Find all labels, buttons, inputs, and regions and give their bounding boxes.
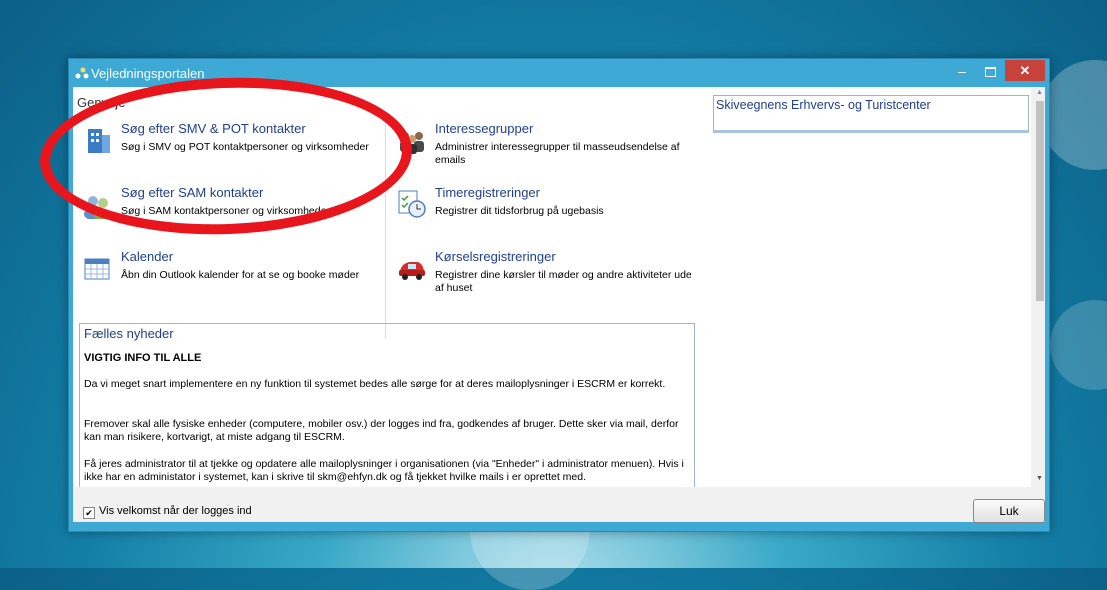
window-title: Vejledningsportalen — [91, 66, 205, 81]
news-paragraph: Da vi meget snart implementere en ny fun… — [84, 378, 666, 390]
link-description: Åbn din Outlook kalender for at se og bo… — [121, 269, 360, 281]
content-area: Genveje Søg efter SMV & POT kontakter Sø… — [73, 87, 1031, 487]
title-bar[interactable]: Vejledningsportalen – ✕ — [69, 59, 1049, 87]
close-button[interactable]: ✕ — [1005, 60, 1045, 81]
link-description: Registrer dine kørsler til møder og andr… — [435, 269, 692, 294]
app-icon — [75, 67, 89, 79]
organization-title: Skiveegnens Erhvervs- og Turistcenter — [716, 98, 931, 112]
link-title[interactable]: Kalender — [121, 249, 173, 264]
minimize-button[interactable]: – — [949, 61, 975, 81]
link-title[interactable]: Timeregistreringer — [435, 185, 540, 200]
scroll-thumb[interactable] — [1036, 101, 1044, 301]
maximize-icon — [984, 67, 996, 77]
link-description: Administrer interessegrupper til masseud… — [435, 141, 680, 166]
link-description: Søg i SMV og POT kontaktpersoner og virk… — [121, 141, 369, 153]
show-welcome-checkbox[interactable]: ✔ Vis velkomst når der logges ind — [83, 505, 252, 519]
checkbox-icon[interactable]: ✔ — [83, 507, 95, 519]
close-dialog-button[interactable]: Luk — [973, 499, 1045, 523]
link-title[interactable]: Interessegrupper — [435, 121, 533, 136]
clock-icon — [398, 190, 426, 218]
link-title[interactable]: Søg efter SAM kontakter — [121, 185, 263, 200]
scroll-up-icon[interactable]: ▲ — [1036, 89, 1043, 96]
maximize-button[interactable] — [977, 61, 1003, 81]
group-icon — [400, 132, 424, 154]
news-headline: VIGTIG INFO TIL ALLE — [84, 352, 202, 364]
news-panel: Fælles nyheder VIGTIG INFO TIL ALLE Da v… — [79, 323, 695, 487]
scroll-down-icon[interactable]: ▼ — [1036, 475, 1043, 482]
link-title[interactable]: Søg efter SMV & POT kontakter — [121, 121, 306, 136]
people-icon — [84, 196, 112, 219]
news-title: Fælles nyheder — [84, 326, 174, 341]
checkbox-label: Vis velkomst når der logges ind — [99, 505, 252, 517]
news-paragraph: Få jeres administrator til at tjekke og … — [84, 458, 684, 483]
vertical-scrollbar[interactable]: ▲ ▼ — [1035, 87, 1045, 487]
link-description: Registrer dit tidsforbrug på ugebasis — [435, 205, 604, 217]
background-glow — [1050, 300, 1107, 390]
calendar-icon — [84, 258, 110, 280]
car-icon — [399, 262, 425, 280]
building-icon — [88, 129, 110, 153]
section-title: Genveje — [77, 95, 126, 110]
column-divider — [385, 117, 386, 339]
organization-panel: Skiveegnens Erhvervs- og Turistcenter — [713, 95, 1029, 133]
background-glow — [1040, 60, 1107, 170]
dialog-window: Vejledningsportalen – ✕ Genveje Søg efte… — [68, 58, 1050, 532]
news-paragraph: Fremover skal alle fysiske enheder (comp… — [84, 418, 679, 443]
link-description: Søg i SAM kontaktpersoner og virksomhede… — [121, 205, 330, 217]
link-title[interactable]: Kørselsregistreringer — [435, 249, 556, 264]
dialog-body: Genveje Søg efter SMV & POT kontakter Sø… — [73, 87, 1045, 523]
